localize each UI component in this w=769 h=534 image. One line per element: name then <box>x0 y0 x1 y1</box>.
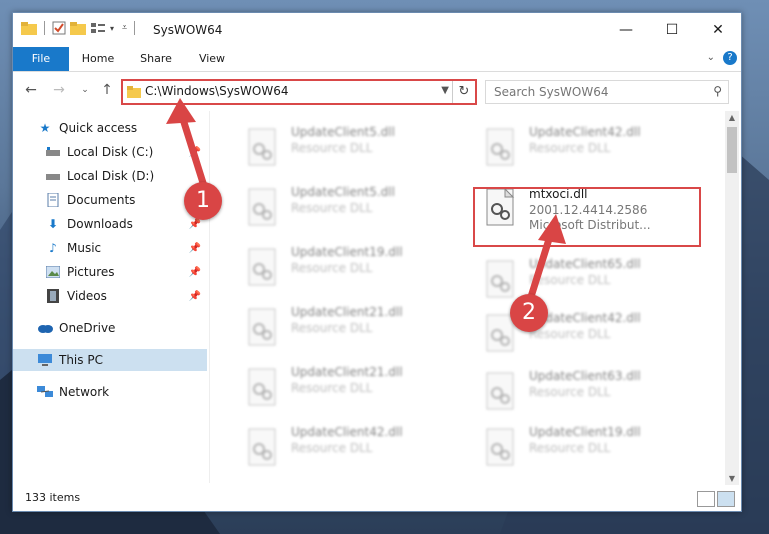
arrow-1-head <box>166 98 196 124</box>
annotation-arrows <box>166 98 566 304</box>
step-badge-2: 2 <box>510 294 548 332</box>
arrow-2-shaft <box>526 232 554 304</box>
step-badge-1: 1 <box>184 182 222 220</box>
arrow-1-shaft <box>178 112 208 190</box>
arrow-2-head <box>538 214 566 244</box>
